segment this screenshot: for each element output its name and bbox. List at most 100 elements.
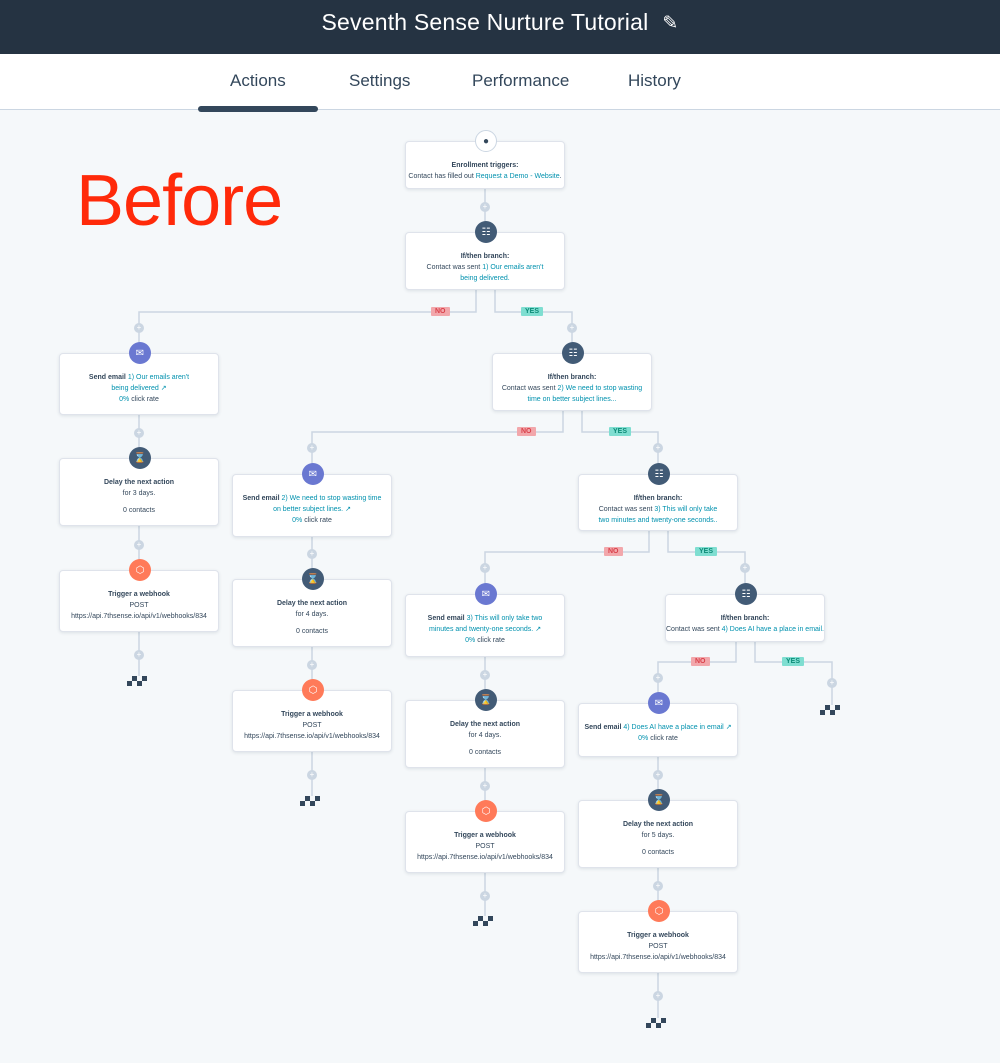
if-then-branch-card[interactable]: ☷ If/then branch: Contact was sent 4) Do… — [665, 583, 825, 642]
webhook-method: POST — [129, 602, 149, 609]
add-action-button[interactable]: + — [307, 660, 317, 670]
card-heading: Trigger a webhook — [454, 832, 516, 839]
card-text: Contact was sent — [501, 385, 558, 392]
end-flag-icon — [473, 916, 493, 928]
delay-card[interactable]: ⌛ Delay the next action for 5 days. 0 co… — [578, 789, 738, 868]
send-email-card[interactable]: ✉ Send email 2) We need to stop wasting … — [232, 463, 392, 537]
tab-bar: Actions Settings Performance History — [0, 54, 1000, 110]
contacts-count[interactable]: 0 contacts — [233, 626, 391, 637]
add-action-button[interactable]: + — [480, 891, 490, 901]
click-rate-value: 0% — [638, 735, 649, 742]
card-heading: Trigger a webhook — [281, 711, 343, 718]
end-flag-icon — [300, 796, 320, 808]
delay-duration: for 5 days. — [641, 832, 675, 839]
external-link-icon[interactable]: ↗ — [161, 385, 167, 392]
active-tab-indicator — [198, 106, 318, 112]
contacts-count[interactable]: 0 contacts — [579, 847, 737, 858]
webhook-card[interactable]: ⬡ Trigger a webhook POST https://api.7th… — [405, 800, 565, 873]
email-link[interactable]: 4) Does AI have a place in email — [623, 724, 723, 731]
external-link-icon[interactable]: ↗ — [535, 626, 541, 633]
tab-history[interactable]: History — [628, 71, 681, 91]
cube-icon: ⬡ — [475, 800, 497, 822]
card-heading: If/then branch: — [460, 253, 510, 260]
add-action-button[interactable]: + — [307, 770, 317, 780]
branch-yes-label: YES — [521, 307, 544, 316]
send-email-card[interactable]: ✉ Send email 1) Our emails aren't being … — [59, 342, 219, 415]
add-action-button[interactable]: + — [653, 673, 663, 683]
add-action-button[interactable]: + — [480, 781, 490, 791]
webhook-url: https://api.7thsense.io/api/v1/webhooks/… — [244, 733, 380, 740]
cube-icon: ⬡ — [648, 900, 670, 922]
email-link[interactable]: 4) Does AI have a place in email. — [722, 626, 824, 633]
card-text: Contact has filled out — [408, 173, 476, 180]
add-action-button[interactable]: + — [653, 881, 663, 891]
tab-actions[interactable]: Actions — [230, 71, 286, 91]
email-link[interactable]: 2) We need to stop wasting time on bette… — [273, 495, 381, 513]
add-action-button[interactable]: + — [653, 770, 663, 780]
tab-performance[interactable]: Performance — [472, 71, 569, 91]
enrollment-trigger-card[interactable]: ● Enrollment triggers: Contact has fille… — [405, 130, 565, 189]
add-action-button[interactable]: + — [134, 540, 144, 550]
webhook-method: POST — [475, 843, 495, 850]
hourglass-icon: ⌛ — [129, 447, 151, 469]
hourglass-icon: ⌛ — [302, 568, 324, 590]
pencil-icon[interactable]: ✎ — [662, 12, 678, 35]
connector-yes — [494, 290, 573, 353]
branch-no-label: NO — [431, 307, 450, 316]
add-action-button[interactable]: + — [480, 670, 490, 680]
branch-yes-label: YES — [609, 427, 632, 436]
add-action-button[interactable]: + — [740, 563, 750, 573]
add-action-button[interactable]: + — [134, 428, 144, 438]
webhook-card[interactable]: ⬡ Trigger a webhook POST https://api.7th… — [59, 559, 219, 632]
workflow-title[interactable]: Seventh Sense Nurture Tutorial — [321, 9, 648, 36]
card-text: Contact was sent — [666, 626, 722, 633]
add-action-button[interactable]: + — [307, 443, 317, 453]
add-action-button[interactable]: + — [653, 991, 663, 1001]
add-action-button[interactable]: + — [653, 443, 663, 453]
card-heading: Delay the next action — [449, 721, 521, 728]
card-heading: Send email — [242, 495, 282, 502]
webhook-card[interactable]: ⬡ Trigger a webhook POST https://api.7th… — [578, 900, 738, 973]
contacts-count[interactable]: 0 contacts — [60, 505, 218, 516]
click-rate-value: 0% — [119, 396, 130, 403]
send-email-card[interactable]: ✉ Send email 3) This will only take two … — [405, 583, 565, 657]
webhook-url: https://api.7thsense.io/api/v1/webhooks/… — [71, 613, 207, 620]
contacts-count[interactable]: 0 contacts — [406, 747, 564, 758]
workflow-title-row: Seventh Sense Nurture Tutorial ✎ — [0, 9, 1000, 36]
hourglass-icon: ⌛ — [475, 689, 497, 711]
add-action-button[interactable]: + — [827, 678, 837, 688]
card-heading: Delay the next action — [622, 821, 694, 828]
card-text: . — [559, 173, 562, 180]
add-action-button[interactable]: + — [480, 202, 490, 212]
add-action-button[interactable]: + — [307, 549, 317, 559]
add-action-button[interactable]: + — [134, 323, 144, 333]
external-link-icon[interactable]: ↗ — [726, 724, 732, 731]
webhook-card[interactable]: ⬡ Trigger a webhook POST https://api.7th… — [232, 679, 392, 752]
form-link[interactable]: Request a Demo - Website — [476, 173, 560, 180]
if-then-branch-card[interactable]: ☷ If/then branch: Contact was sent 2) We… — [492, 342, 652, 411]
add-action-button[interactable]: + — [480, 563, 490, 573]
tab-settings[interactable]: Settings — [349, 71, 410, 91]
add-action-button[interactable]: + — [134, 650, 144, 660]
add-action-button[interactable]: + — [567, 323, 577, 333]
branch-yes-label: YES — [782, 657, 805, 666]
delay-duration: for 4 days. — [468, 732, 502, 739]
if-then-branch-card[interactable]: ☷ If/then branch: Contact was sent 1) Ou… — [405, 221, 565, 290]
card-heading: Send email — [584, 724, 624, 731]
click-rate-label: click rate — [129, 396, 159, 403]
hourglass-icon: ⌛ — [648, 789, 670, 811]
delay-card[interactable]: ⌛ Delay the next action for 4 days. 0 co… — [405, 689, 565, 768]
delay-card[interactable]: ⌛ Delay the next action for 3 days. 0 co… — [59, 447, 219, 526]
send-email-card[interactable]: ✉ Send email 4) Does AI have a place in … — [578, 692, 738, 757]
card-heading: If/then branch: — [633, 495, 683, 502]
contact-icon: ● — [475, 130, 497, 152]
card-heading: Delay the next action — [103, 479, 175, 486]
card-heading: Trigger a webhook — [108, 591, 170, 598]
branch-icon: ☷ — [562, 342, 584, 364]
branch-icon: ☷ — [735, 583, 757, 605]
if-then-branch-card[interactable]: ☷ If/then branch: Contact was sent 3) Th… — [578, 463, 738, 531]
webhook-method: POST — [648, 943, 668, 950]
delay-card[interactable]: ⌛ Delay the next action for 4 days. 0 co… — [232, 568, 392, 647]
external-link-icon[interactable]: ↗ — [345, 506, 351, 513]
card-heading: Delay the next action — [276, 600, 348, 607]
